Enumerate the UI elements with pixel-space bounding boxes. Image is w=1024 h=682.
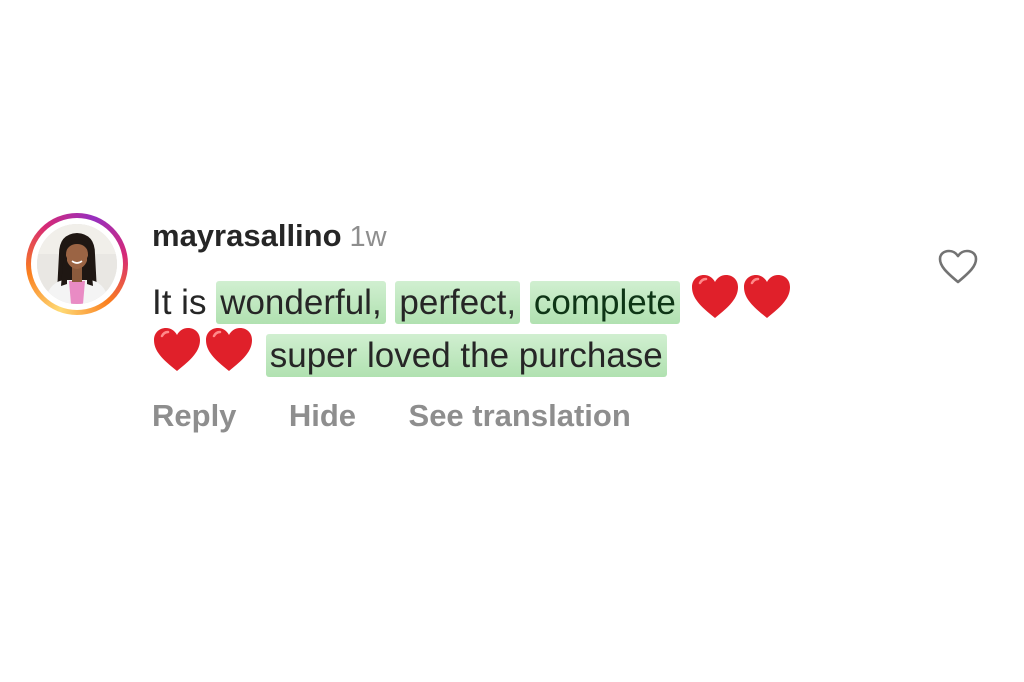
red-heart-emoji	[742, 274, 792, 335]
avatar-frame	[31, 218, 123, 310]
comment-timestamp: 1w	[349, 221, 387, 253]
hide-button[interactable]: Hide	[289, 398, 356, 434]
comment-header: mayrasallino 1w	[152, 218, 387, 258]
red-heart-emoji	[152, 327, 202, 388]
highlighted-text: perfect,	[395, 280, 521, 324]
highlighted-text: super loved the purchase	[265, 333, 667, 377]
red-heart-emoji	[690, 274, 740, 335]
comment-text-line-2: super loved the purchase	[152, 327, 667, 379]
avatar[interactable]	[37, 224, 117, 304]
comment-actions: Reply Hide See translation	[152, 398, 679, 442]
avatar-photo	[37, 224, 117, 304]
highlighted-text: wonderful,	[216, 280, 386, 324]
red-heart-emoji	[204, 327, 254, 388]
comment-text-line-1: It is wonderful, perfect, complete	[152, 274, 794, 326]
username-link[interactable]: mayrasallino	[152, 218, 342, 253]
like-button[interactable]	[938, 249, 978, 285]
comment-text-plain: It is	[152, 282, 217, 322]
story-ring[interactable]	[26, 213, 128, 315]
see-translation-button[interactable]: See translation	[409, 398, 631, 434]
reply-button[interactable]: Reply	[152, 398, 236, 434]
highlighted-text: complete	[529, 280, 680, 324]
comment-item: mayrasallino 1w It is wonderful, perfect,…	[0, 0, 1024, 682]
heart-outline-icon	[938, 249, 978, 284]
